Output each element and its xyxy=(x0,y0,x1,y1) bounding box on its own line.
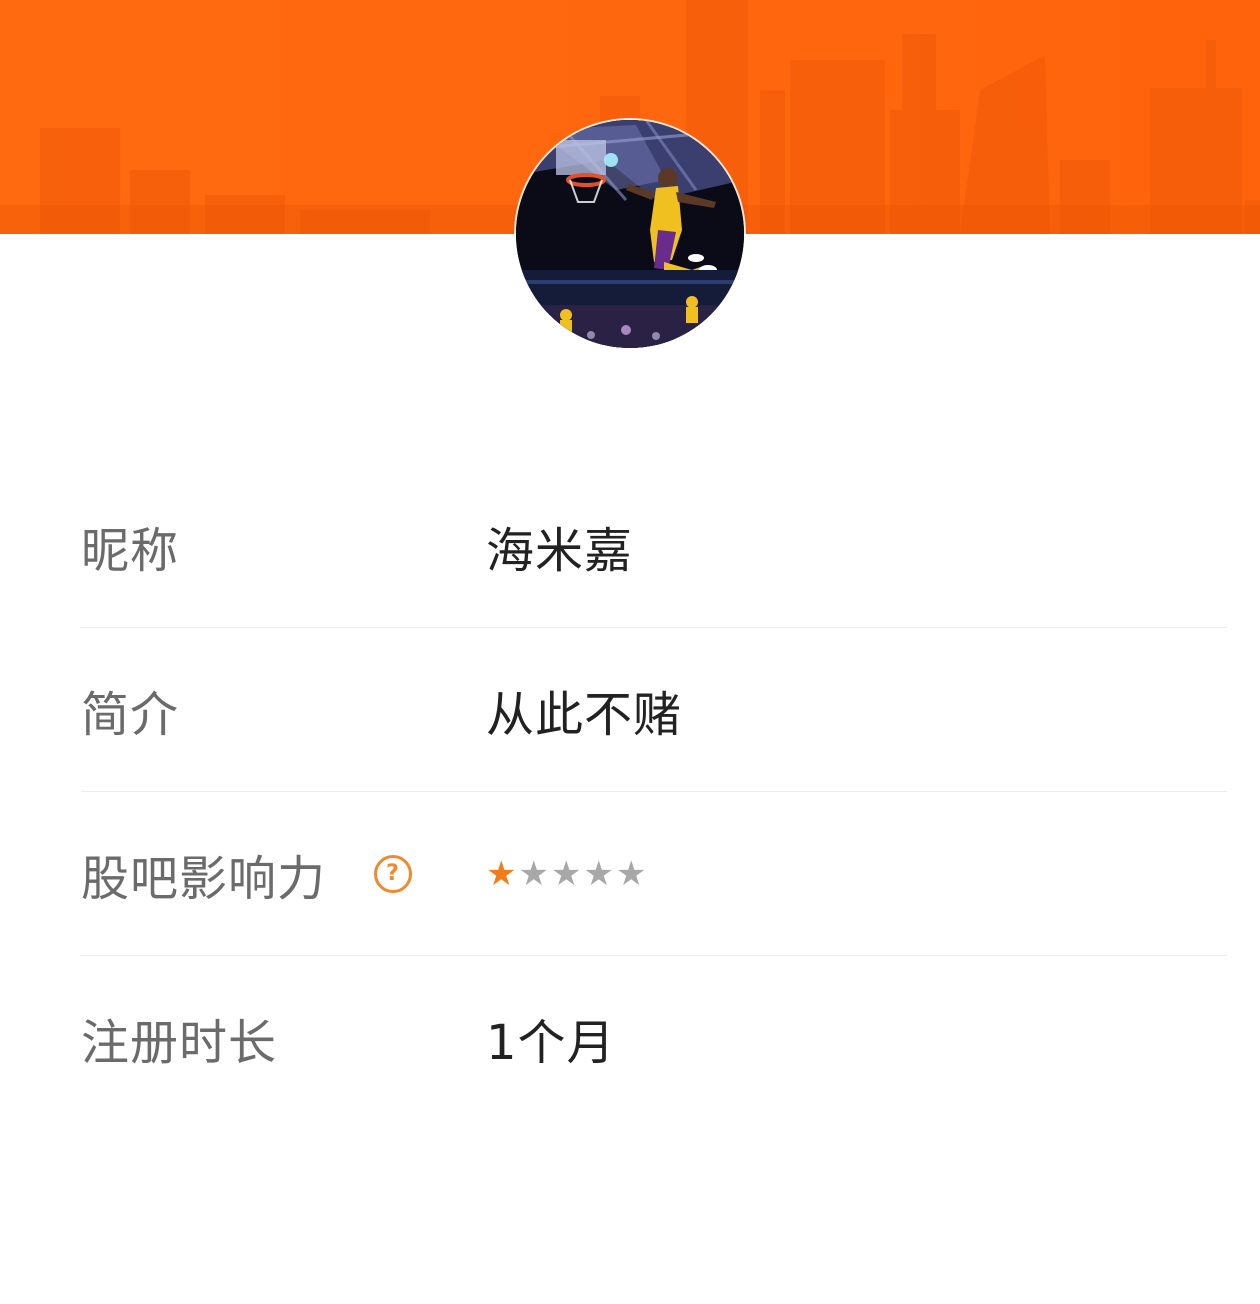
bio-value: 从此不赌 xyxy=(486,686,683,743)
registration-duration-row: 注册时长 1个月 xyxy=(81,956,1227,1119)
nickname-value: 海米嘉 xyxy=(486,522,634,579)
star-empty-icon: ★ xyxy=(550,853,583,894)
star-empty-icon: ★ xyxy=(615,853,648,894)
registration-duration-value: 1个月 xyxy=(486,1014,616,1071)
registration-duration-label: 注册时长 xyxy=(81,1014,278,1071)
star-empty-icon: ★ xyxy=(518,853,550,894)
influence-row: 股吧影响力 ? ★ ★ ★ ★ ★ xyxy=(81,792,1227,956)
avatar-image xyxy=(516,120,744,348)
bio-row: 简介 从此不赌 xyxy=(81,628,1227,792)
avatar[interactable] xyxy=(516,120,744,348)
nickname-label: 昵称 xyxy=(81,522,180,579)
influence-label-group: 股吧影响力 ? xyxy=(81,839,486,909)
profile-info-list: 昵称 海米嘉 简介 从此不赌 股吧影响力 ? ★ ★ ★ ★ ★ 注册时长 1个月 xyxy=(81,464,1227,1119)
influence-label: 股吧影响力 xyxy=(81,850,327,907)
star-empty-icon: ★ xyxy=(583,853,615,894)
question-circle-icon[interactable]: ? xyxy=(374,854,413,893)
bio-label: 简介 xyxy=(81,686,180,743)
star-filled-icon: ★ xyxy=(486,853,518,894)
influence-rating: ★ ★ ★ ★ ★ xyxy=(486,857,648,891)
nickname-row: 昵称 海米嘉 xyxy=(81,464,1227,628)
profile-page: 昵称 海米嘉 简介 从此不赌 股吧影响力 ? ★ ★ ★ ★ ★ 注册时长 1个月 xyxy=(0,0,1260,1304)
